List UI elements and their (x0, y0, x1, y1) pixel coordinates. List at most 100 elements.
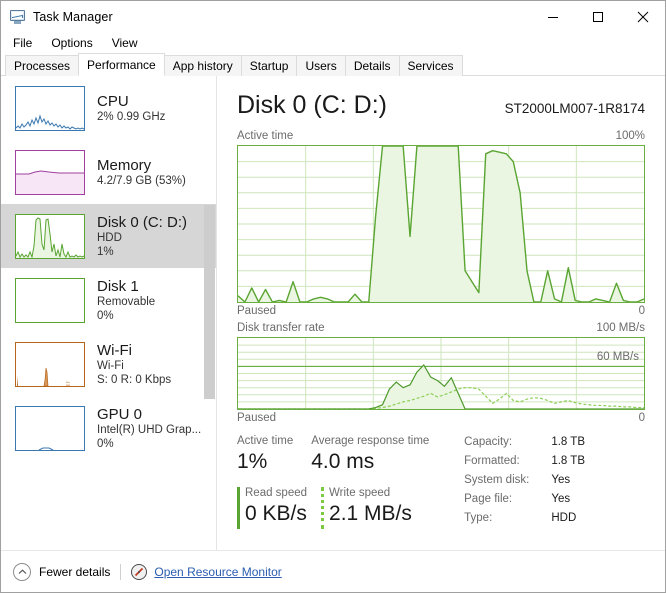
disk-info-table: Capacity: 1.8 TB Formatted: 1.8 TB Syste… (464, 433, 645, 528)
transfer-rate-paused-label: Paused (237, 412, 277, 424)
sidebar-sub-wifi: Wi-Fi (97, 359, 124, 372)
sidebar-rate-wifi: S: 0 R: 0 Kbps (97, 373, 172, 386)
transfer-rate-chart-max: 100 MB/s (596, 322, 645, 334)
info-value-capacity: 1.8 TB (551, 436, 585, 448)
wifi-thumbnail-graph (15, 341, 85, 387)
sidebar-sub-disk-0: HDD (97, 231, 122, 244)
info-value-type: HDD (551, 512, 577, 524)
chevron-up-icon[interactable] (13, 562, 31, 581)
sidebar-item-disk-0[interactable]: Disk 0 (C: D:) HDD 1% (1, 204, 216, 268)
stat-read-speed-label: Read speed (245, 487, 308, 499)
active-time-chart-max: 100% (615, 130, 645, 142)
tab-performance[interactable]: Performance (78, 53, 165, 76)
stat-response-time-value: 4.0 ms (311, 450, 375, 473)
active-time-min-label: 0 (638, 305, 645, 317)
footer-divider (120, 563, 122, 580)
active-time-chart-footer: Paused 0 (237, 304, 645, 318)
active-time-paused-label: Paused (237, 305, 277, 317)
stat-active-time-label: Active time (237, 435, 294, 447)
stat-read-speed-value: 0 KB/s (245, 502, 307, 525)
transfer-rate-chart-title: Disk transfer rate (237, 322, 325, 334)
open-resource-monitor-link[interactable]: Open Resource Monitor (154, 565, 281, 579)
minimize-button[interactable] (530, 1, 575, 32)
active-time-chart-title: Active time (237, 130, 294, 142)
stat-read-speed: Read speed 0 KB/s (237, 485, 308, 529)
window-controls (530, 1, 665, 32)
resource-monitor-icon (131, 563, 148, 580)
write-speed-legend-swatch (321, 487, 325, 529)
sidebar-title-disk-1: Disk 1 (97, 277, 139, 295)
tab-startup[interactable]: Startup (240, 55, 298, 76)
stat-write-speed-label: Write speed (329, 487, 391, 499)
tab-strip: Processes Performance App history Startu… (1, 53, 665, 76)
sidebar-text-memory: Memory 4.2/7.9 GB (53%) (97, 157, 186, 188)
sidebar-item-cpu[interactable]: CPU 2% 0.99 GHz (1, 76, 216, 140)
info-key-type: Type: (464, 512, 493, 524)
task-manager-icon (10, 9, 26, 25)
speed-stats-row: Read speed 0 KB/s Write speed 2.1 MB/s (237, 485, 447, 529)
gpu-0-thumbnail-graph (15, 405, 85, 451)
transfer-rate-chart-labels: Disk transfer rate 100 MB/s (237, 321, 645, 335)
stats-left-group: Active time 1% Average response time 4.0… (237, 433, 447, 529)
info-key-capacity: Capacity: (464, 436, 513, 448)
task-manager-window: Task Manager File Options View Processes… (0, 0, 666, 593)
sidebar-item-wifi[interactable]: Wi-Fi Wi-Fi S: 0 R: 0 Kbps (1, 332, 216, 396)
active-time-chart-labels: Active time 100% (237, 129, 645, 143)
window-title: Task Manager (33, 9, 113, 24)
sidebar-usage-gpu-0: 0% (97, 437, 114, 450)
panel-header: Disk 0 (C: D:) ST2000LM007-1R8174 (237, 90, 645, 120)
page-title: Disk 0 (C: D:) (237, 91, 387, 119)
sidebar-text-disk-0: Disk 0 (C: D:) HDD 1% (97, 214, 187, 259)
sidebar-sub-gpu-0: Intel(R) UHD Grap... (97, 423, 202, 436)
sidebar-item-disk-1[interactable]: Disk 1 Removable 0% (1, 268, 216, 332)
menu-options[interactable]: Options (46, 34, 101, 52)
sidebar-scrollbar[interactable] (204, 76, 215, 550)
content-area: CPU 2% 0.99 GHz Memory 4.2/7.9 GB (53%) (1, 76, 665, 550)
stat-response-time-label: Average response time (311, 435, 430, 447)
maximize-button[interactable] (575, 1, 620, 32)
sidebar-usage-disk-0: 1% (97, 245, 114, 258)
resource-sidebar: CPU 2% 0.99 GHz Memory 4.2/7.9 GB (53%) (1, 76, 217, 550)
sidebar-title-wifi: Wi-Fi (97, 341, 132, 359)
info-value-page-file: Yes (551, 493, 571, 505)
tab-app-history[interactable]: App history (163, 55, 242, 76)
tab-processes[interactable]: Processes (5, 55, 80, 76)
tab-services[interactable]: Services (398, 55, 463, 76)
close-button[interactable] (620, 1, 665, 32)
primary-stats-row: Active time 1% Average response time 4.0… (237, 433, 447, 475)
sidebar-title-disk-0: Disk 0 (C: D:) (97, 213, 187, 231)
sidebar-sub-memory: 4.2/7.9 GB (53%) (97, 174, 186, 187)
sidebar-usage-disk-1: 0% (97, 309, 114, 322)
stat-write-speed-value: 2.1 MB/s (329, 502, 412, 525)
sidebar-text-gpu-0: GPU 0 Intel(R) UHD Grap... 0% (97, 406, 201, 451)
stat-active-time: Active time 1% (237, 433, 293, 475)
stat-write-speed: Write speed 2.1 MB/s (321, 485, 412, 529)
info-key-system-disk: System disk: (464, 474, 530, 486)
transfer-rate-chart-footer: Paused 0 (237, 411, 645, 425)
sidebar-item-gpu-0[interactable]: GPU 0 Intel(R) UHD Grap... 0% (1, 396, 216, 460)
stat-response-time: Average response time 4.0 ms (311, 433, 429, 475)
tab-details[interactable]: Details (344, 55, 400, 76)
sidebar-item-memory[interactable]: Memory 4.2/7.9 GB (53%) (1, 140, 216, 204)
sidebar-scrollbar-thumb[interactable] (204, 205, 215, 399)
active-time-chart-svg (238, 146, 644, 302)
sidebar-title-memory: Memory (97, 156, 152, 174)
menu-view[interactable]: View (107, 34, 147, 52)
info-key-formatted: Formatted: (464, 455, 520, 467)
active-time-chart[interactable] (237, 145, 645, 303)
read-speed-legend-swatch (237, 487, 240, 529)
sidebar-sub-disk-1: Removable (97, 295, 156, 308)
transfer-rate-chart[interactable]: 60 MB/s (237, 337, 645, 410)
info-value-formatted: 1.8 TB (551, 455, 585, 467)
stat-active-time-value: 1% (237, 450, 268, 473)
performance-detail-panel: Disk 0 (C: D:) ST2000LM007-1R8174 Active… (217, 76, 665, 550)
menu-file[interactable]: File (8, 34, 41, 52)
sidebar-text-wifi: Wi-Fi Wi-Fi S: 0 R: 0 Kbps (97, 342, 171, 387)
stats-area: Active time 1% Average response time 4.0… (237, 433, 645, 529)
fewer-details-button[interactable]: Fewer details (39, 565, 110, 579)
cpu-thumbnail-graph (15, 85, 85, 131)
menu-bar: File Options View (1, 32, 665, 54)
tab-users[interactable]: Users (296, 55, 346, 76)
sidebar-text-cpu: CPU 2% 0.99 GHz (97, 93, 165, 124)
disk-0-thumbnail-graph (15, 213, 85, 259)
